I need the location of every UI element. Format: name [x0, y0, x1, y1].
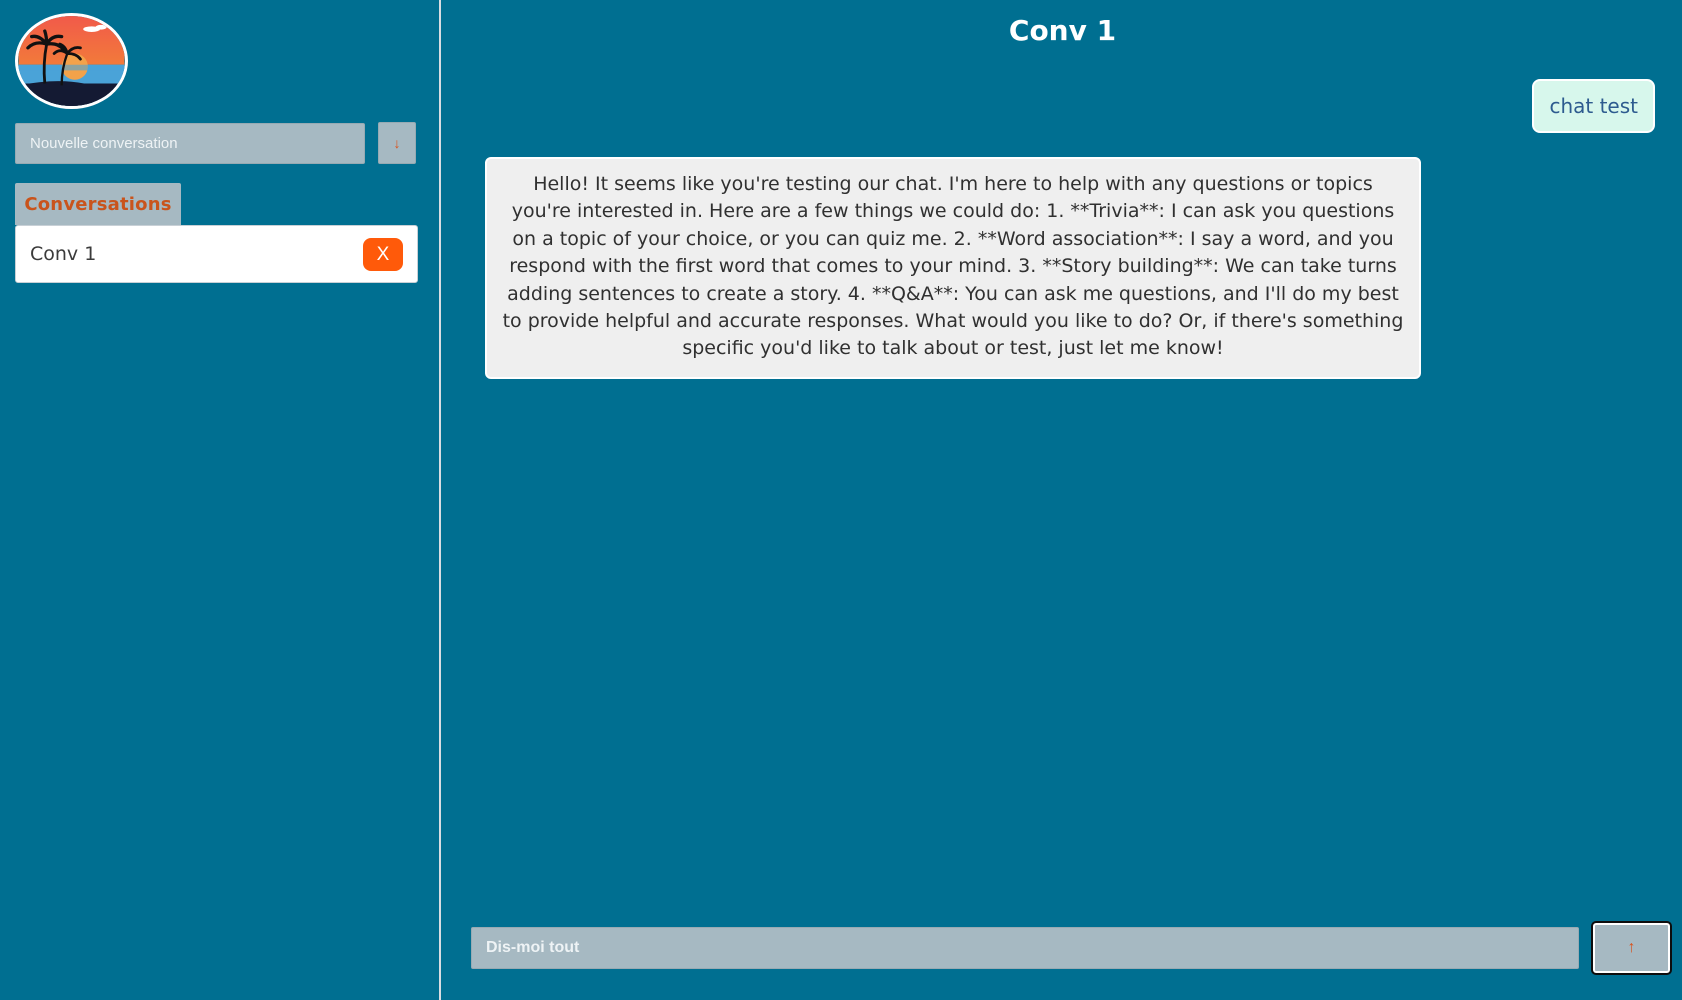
- new-conversation-input[interactable]: [15, 123, 365, 164]
- user-message: chat test: [1532, 79, 1655, 133]
- conversation-item-label: Conv 1: [30, 243, 97, 265]
- delete-conversation-button[interactable]: X: [363, 238, 403, 271]
- send-button[interactable]: ↑: [1591, 921, 1672, 975]
- page-title: Conv 1: [1008, 14, 1117, 47]
- palm-island-logo-icon: [18, 16, 125, 106]
- conversations-tab[interactable]: Conversations: [15, 183, 181, 225]
- create-conversation-button[interactable]: ↓: [378, 122, 416, 164]
- conversation-item[interactable]: Conv 1 X: [15, 225, 418, 283]
- arrow-up-icon: ↑: [1627, 939, 1636, 956]
- app-window: ↓ Conversations Conv 1 X Conv 1 chat tes…: [0, 0, 1682, 1000]
- chat-panel: Conv 1 chat test Hello! It seems like yo…: [443, 0, 1682, 1000]
- sidebar: ↓ Conversations Conv 1 X: [0, 0, 441, 1000]
- message-input[interactable]: [471, 927, 1579, 969]
- logo: [15, 13, 128, 109]
- arrow-down-icon: ↓: [393, 135, 401, 151]
- assistant-message: Hello! It seems like you're testing our …: [485, 157, 1421, 379]
